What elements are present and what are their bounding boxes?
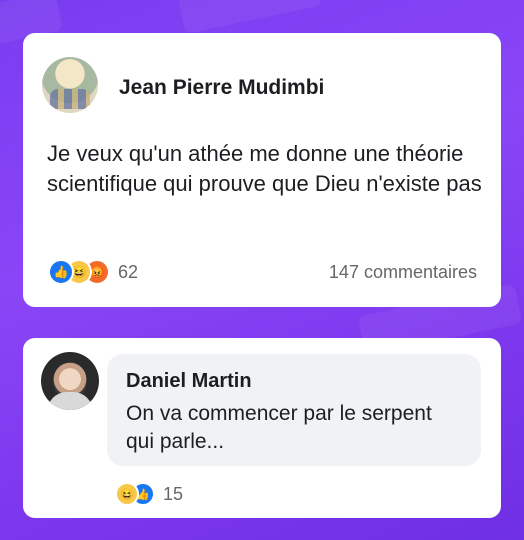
post-comment-count[interactable]: 147 commentaires [329,262,477,283]
post-reaction-count: 62 [118,261,139,282]
comment-bubble: Daniel Martin On va commencer par le ser… [107,354,481,466]
post-text: Je veux qu'un athée me donne une théorie… [47,141,482,196]
comment-author-name[interactable]: Daniel Martin [126,370,252,393]
comment-reactions[interactable]: 😆 👍 15 [115,482,183,506]
post-author-name[interactable]: Jean Pierre Mudimbi [119,76,324,100]
haha-icon: 😆 [115,482,139,506]
comment-card: Daniel Martin On va commencer par le ser… [23,338,501,518]
like-icon: 👍 [48,259,74,285]
post-author-avatar[interactable] [42,57,98,113]
post-reactions[interactable]: 👍 😆 😡 62 [48,259,138,285]
comment-author-avatar[interactable] [41,352,99,410]
comment-text: On va commencer par le serpent qui parle… [126,402,432,453]
post-card: Jean Pierre Mudimbi Je veux qu'un athée … [23,33,501,307]
background-shape [177,0,323,35]
comment-reaction-count: 15 [163,483,184,504]
